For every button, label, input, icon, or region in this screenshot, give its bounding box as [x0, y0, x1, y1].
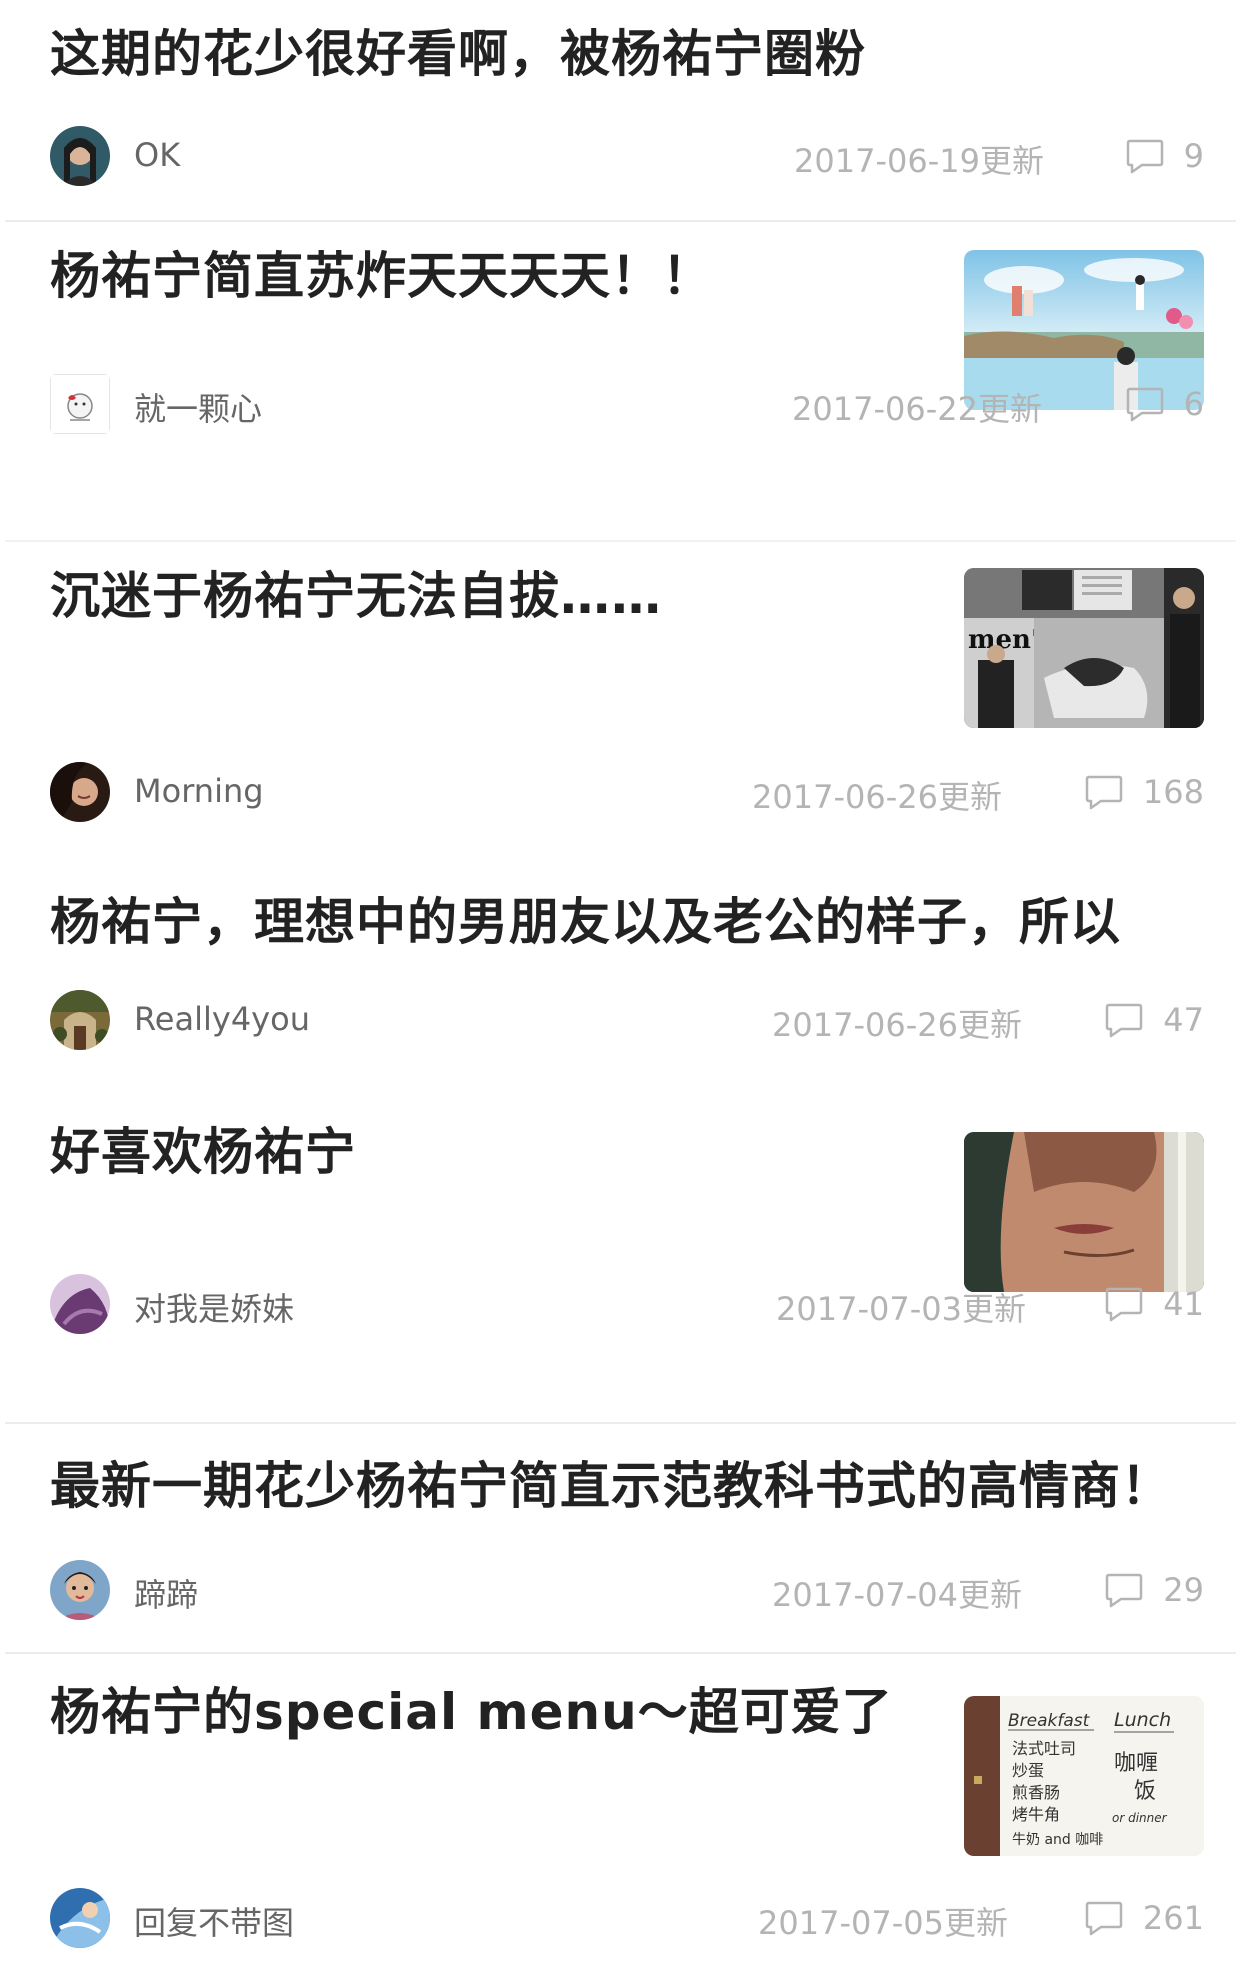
post-meta: 对我是娇妹 2017-07-03更新 41 [50, 1272, 1204, 1336]
post-meta: Morning 2017-06-26更新 168 [50, 760, 1204, 824]
avatar[interactable] [50, 126, 110, 186]
author-name[interactable]: 蹄蹄 [134, 1570, 198, 1616]
post-meta-spacer [50, 598, 1204, 662]
menu-item: 法式吐司 [1012, 1739, 1076, 1758]
author-name[interactable]: OK [134, 136, 180, 174]
menu-item: 咖喱 [1114, 1751, 1158, 1776]
post-item[interactable]: 杨祐宁简直苏炸天天天天！！ 就一颗心 2017-06-22更新 6 [0, 222, 1252, 542]
avatar[interactable] [50, 1888, 110, 1948]
avatar[interactable] [50, 374, 110, 434]
avatar[interactable] [50, 990, 110, 1050]
post-title[interactable]: 杨祐宁的special menu～超可爱了 [50, 1680, 893, 1744]
post-meta: 就一颗心 2017-06-22更新 6 [50, 372, 1204, 436]
author-name[interactable]: 就一颗心 [134, 384, 262, 430]
menu-header: Lunch [1114, 1709, 1171, 1731]
comment-count: 41 [1163, 1285, 1204, 1323]
post-item[interactable]: 杨祐宁，理想中的男朋友以及老公的样子，所以 Really4you 2017-06… [0, 868, 1252, 1068]
divider [5, 1652, 1236, 1654]
update-date: 2017-06-22更新 [792, 390, 1042, 428]
menu-item: 炒蛋 [1012, 1761, 1044, 1780]
divider [5, 1422, 1236, 1424]
comment-count-group[interactable]: 41 [1103, 1278, 1204, 1330]
post-title[interactable]: 最新一期花少杨祐宁简直示范教科书式的高情商！ [50, 1454, 1172, 1518]
comment-count-group[interactable]: 9 [1124, 130, 1204, 182]
post-title[interactable]: 杨祐宁，理想中的男朋友以及老公的样子，所以 [50, 890, 1121, 954]
menu-item: 煎香肠 [1012, 1783, 1060, 1802]
menu-header: Breakfast [1008, 1711, 1091, 1731]
author-name[interactable]: 回复不带图 [134, 1898, 294, 1944]
update-date: 2017-06-26更新 [752, 778, 1002, 816]
avatar[interactable] [50, 1274, 110, 1334]
post-meta: 蹄蹄 2017-07-04更新 29 [50, 1558, 1204, 1622]
post-thumbnail[interactable] [964, 1132, 1204, 1292]
comment-bubble-icon [1106, 1287, 1143, 1322]
comment-count-group[interactable]: 47 [1103, 994, 1204, 1046]
update-date: 2017-07-03更新 [776, 1290, 1026, 1328]
author-name[interactable]: Really4you [134, 1000, 310, 1038]
comment-count-group[interactable]: 29 [1103, 1564, 1204, 1616]
comment-count-group[interactable]: 261 [1083, 1892, 1204, 1944]
post-item[interactable]: 好喜欢杨祐宁 对我是娇妹 2017-07-03更新 41 [0, 1098, 1252, 1424]
comment-count-group[interactable]: 168 [1083, 766, 1204, 818]
update-date: 2017-07-04更新 [772, 1576, 1022, 1614]
post-meta: 回复不带图 2017-07-05更新 261 [50, 1886, 1204, 1950]
comment-bubble-icon [1106, 1573, 1143, 1608]
post-thumbnail[interactable]: Breakfast Lunch 法式吐司 炒蛋 煎香肠 烤牛角 牛奶 and 咖… [964, 1696, 1204, 1856]
comment-bubble-icon [1126, 139, 1163, 174]
update-date: 2017-07-05更新 [758, 1904, 1008, 1942]
comment-count-group[interactable]: 6 [1124, 378, 1204, 430]
post-title[interactable]: 好喜欢杨祐宁 [50, 1120, 356, 1184]
comment-bubble-icon [1106, 1003, 1143, 1038]
comment-count: 29 [1163, 1571, 1204, 1609]
post-title[interactable]: 杨祐宁简直苏炸天天天天！！ [50, 244, 713, 308]
update-date: 2017-06-26更新 [772, 1006, 1022, 1044]
avatar[interactable] [50, 762, 110, 822]
menu-item: 饭 [1134, 1779, 1156, 1804]
post-item[interactable]: 这期的花少很好看啊，被杨祐宁圈粉 OK 2017-06-19更新 9 [0, 0, 1252, 186]
post-meta-row: Morning 2017-06-26更新 168 [0, 720, 1252, 822]
post-meta: OK 2017-06-19更新 9 [50, 124, 1204, 188]
post-item[interactable]: 杨祐宁的special menu～超可爱了 Breakfast Lunch 法式… [0, 1656, 1252, 1988]
comment-bubble-icon [1126, 387, 1163, 422]
comment-count: 261 [1142, 1899, 1204, 1937]
comment-count: 9 [1183, 137, 1204, 175]
post-meta: Really4you 2017-06-26更新 47 [50, 988, 1204, 1052]
menu-item: 牛奶 and 咖啡 [1012, 1832, 1103, 1848]
menu-item: or dinner [1112, 1811, 1168, 1825]
comment-count: 168 [1142, 773, 1204, 811]
author-name[interactable]: Morning [134, 772, 264, 810]
update-date: 2017-06-19更新 [794, 142, 1044, 180]
author-name[interactable]: 对我是娇妹 [134, 1284, 294, 1330]
menu-item: 烤牛角 [1012, 1805, 1060, 1824]
avatar[interactable] [50, 1560, 110, 1620]
comment-bubble-icon [1085, 775, 1123, 810]
comment-bubble-icon [1085, 1901, 1123, 1936]
post-item[interactable]: 最新一期花少杨祐宁简直示范教科书式的高情商！ 蹄蹄 2017-07-04更新 2… [0, 1426, 1252, 1646]
post-feed: 这期的花少很好看啊，被杨祐宁圈粉 OK 2017-06-19更新 9 杨祐宁简直… [0, 0, 1252, 1988]
comment-count: 6 [1183, 385, 1204, 423]
comment-count: 47 [1163, 1001, 1204, 1039]
post-title[interactable]: 这期的花少很好看啊，被杨祐宁圈粉 [50, 22, 866, 86]
